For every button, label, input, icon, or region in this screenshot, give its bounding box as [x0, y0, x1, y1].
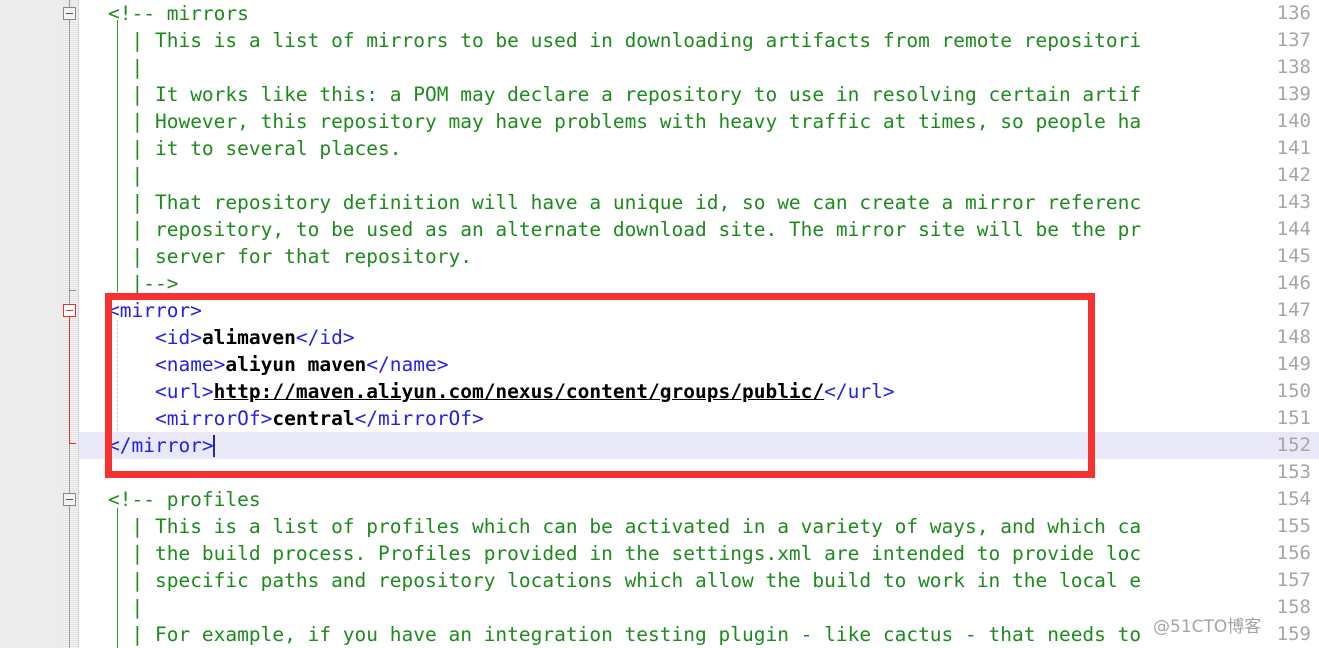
code-token-cmt: | However, this repository may have prob… [119, 110, 1142, 133]
code-line[interactable]: <mirrorOf>central</mirrorOf> [79, 405, 484, 432]
code-line[interactable]: </mirror> [79, 432, 214, 459]
code-token-tag: </id> [295, 326, 355, 349]
code-token-tag: <mirror> [108, 299, 202, 322]
code-token-tag: <id> [154, 326, 202, 349]
code-token-tag: </url> [824, 380, 895, 403]
code-line[interactable]: | For example, if you have an integratio… [79, 621, 1141, 648]
fold-range-foot-152 [69, 443, 76, 444]
code-token-cmt: | repository, to be used as an alternate… [119, 218, 1142, 241]
gutter-divider [78, 0, 79, 648]
text-caret [213, 435, 216, 457]
code-token-url: http://maven.aliyun.com/nexus/content/gr… [213, 380, 825, 403]
code-token-cmt: | That repository definition will have a… [119, 191, 1142, 214]
fold-range-line-147-152 [69, 317, 70, 443]
code-line[interactable]: | it to several places. [79, 135, 402, 162]
code-line[interactable]: | repository, to be used as an alternate… [79, 216, 1141, 243]
code-text-area[interactable]: <!-- mirrors | This is a list of mirrors… [79, 0, 1319, 648]
code-line[interactable]: | That repository definition will have a… [79, 189, 1141, 216]
code-line[interactable]: | However, this repository may have prob… [79, 108, 1141, 135]
code-editor[interactable]: <!-- mirrors | This is a list of mirrors… [0, 0, 1319, 648]
code-line[interactable] [79, 459, 108, 486]
code-line[interactable]: | [79, 54, 143, 81]
code-token-val: alimaven [201, 326, 296, 349]
indent-guide-comment-top [117, 20, 118, 292]
code-token-cmt: | [119, 164, 144, 187]
code-token-cmt: | This is a list of profiles which can b… [119, 515, 1142, 538]
code-token-cmt: | the build process. Profiles provided i… [119, 542, 1142, 565]
code-token-cmt: <!-- mirrors [108, 2, 249, 25]
code-token-cmt: | specific paths and repository location… [119, 569, 1142, 592]
code-line[interactable]: <id>alimaven</id> [79, 324, 355, 351]
code-token-cmt: | This is a list of mirrors to be used i… [119, 29, 1142, 52]
code-token-tag: </mirrorOf> [354, 407, 484, 430]
code-line[interactable]: | [79, 162, 143, 189]
code-line[interactable]: | the build process. Profiles provided i… [79, 540, 1141, 567]
code-fold-column[interactable] [62, 0, 79, 648]
code-line[interactable]: <!-- profiles [79, 486, 261, 513]
code-token-cmt: | it to several places. [119, 137, 402, 160]
code-token-val: aliyun maven [225, 353, 367, 376]
fold-end-tick-146 [69, 290, 76, 291]
indent-guide-comment-bottom [117, 508, 118, 648]
code-token-cmt: | It works like this: a POM may declare … [119, 83, 1142, 106]
code-line[interactable]: |--> [79, 270, 178, 297]
indent-guide-mirror [117, 320, 118, 430]
code-line[interactable]: <url>http://maven.aliyun.com/nexus/conte… [79, 378, 895, 405]
code-token-tag: </mirror> [108, 434, 214, 457]
code-line[interactable]: | This is a list of profiles which can b… [79, 513, 1141, 540]
code-token-cmt: | For example, if you have an integratio… [119, 623, 1142, 646]
code-token-tag: <url> [154, 380, 214, 403]
fold-marker-154-icon[interactable] [63, 493, 76, 506]
code-line[interactable]: | specific paths and repository location… [79, 567, 1141, 594]
code-line[interactable]: <!-- mirrors [79, 0, 249, 27]
code-token-cmt: | [119, 56, 144, 79]
code-token-val: central [272, 407, 355, 430]
fold-marker-147-icon[interactable] [63, 304, 76, 317]
code-token-cmt: <!-- profiles [108, 488, 261, 511]
code-token-cmt: | [119, 596, 144, 619]
code-token-tag: </name> [366, 353, 449, 376]
code-token-cmt: | server for that repository. [119, 245, 472, 268]
line-number-gutter [0, 0, 62, 648]
code-line[interactable]: | It works like this: a POM may declare … [79, 81, 1141, 108]
fold-marker-136-icon[interactable] [63, 7, 76, 20]
code-line[interactable]: | server for that repository. [79, 243, 472, 270]
code-line[interactable]: <mirror> [79, 297, 202, 324]
code-line[interactable]: | This is a list of mirrors to be used i… [79, 27, 1141, 54]
code-token-tag: <mirrorOf> [154, 407, 273, 430]
code-token-cmt: |--> [119, 272, 179, 295]
code-token-tag: <name> [154, 353, 226, 376]
code-line[interactable]: | [79, 594, 143, 621]
code-line[interactable]: <name>aliyun maven</name> [79, 351, 449, 378]
